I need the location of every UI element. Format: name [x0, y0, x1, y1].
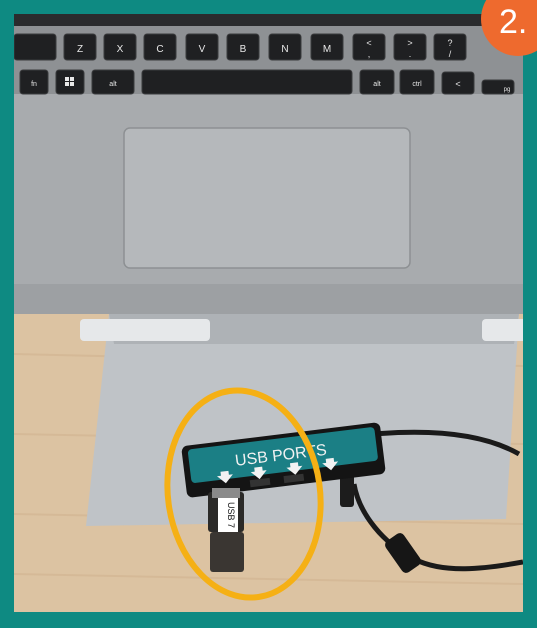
key-label-comma: , [368, 49, 371, 59]
touchpad [123, 127, 411, 269]
key-label-question: ? [447, 38, 452, 48]
stand-hinge-right [482, 319, 523, 341]
key-label-n: N [281, 44, 288, 55]
key-shift-left [14, 33, 57, 61]
step-number: 2. [499, 3, 528, 41]
key-label-gt: > [407, 38, 412, 48]
key-label-m: M [323, 44, 331, 55]
key-space [141, 69, 353, 95]
key-label-period: . [409, 49, 412, 59]
key-label-fn: fn [31, 81, 37, 88]
key-label-v: V [199, 44, 206, 55]
key-label-c: C [156, 44, 163, 55]
laptop-stand [86, 314, 519, 526]
key-label-b: B [240, 44, 247, 55]
key-label-pg: pg [504, 87, 511, 93]
key-label-left: < [455, 79, 460, 89]
laptop-usb-photo: Z X C V B N M < , > . ? / fn alt alt ctr [14, 14, 523, 612]
stand-hinge-left [80, 319, 210, 341]
key-label-alt-right: alt [373, 81, 380, 88]
photo: Z X C V B N M < , > . ? / fn alt alt ctr [14, 14, 523, 612]
photo-frame: Z X C V B N M < , > . ? / fn alt alt ctr [0, 0, 537, 628]
key-label-x: X [117, 44, 124, 55]
key-label-z: Z [77, 44, 83, 55]
usb-drive-label: USB 7 [226, 502, 236, 528]
key-label-alt-left: alt [109, 81, 116, 88]
key-label-lt: < [366, 38, 371, 48]
usb-flash-drive: USB 7 [208, 488, 244, 572]
key-label-ctrl: ctrl [412, 81, 422, 88]
